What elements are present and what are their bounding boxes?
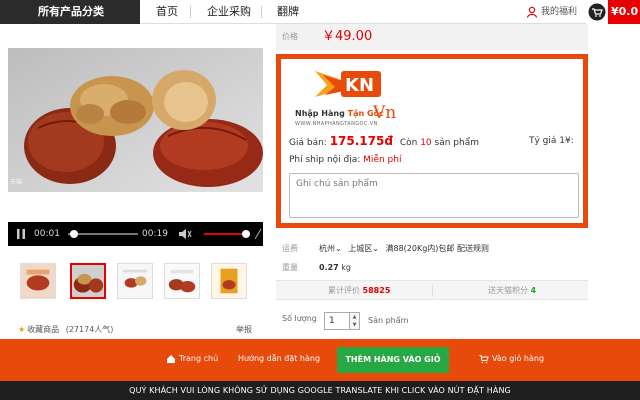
quantity-label: Số lượng [282,314,317,323]
nav-divider [190,6,191,18]
video-progress-bar[interactable] [68,233,138,235]
sale-price-value: 175.175đ [329,134,393,148]
stats-divider [432,285,433,297]
home-link[interactable]: Trang chủ [166,339,218,381]
ship-from-value: 杭州 [319,244,335,253]
star-icon: ★ [18,325,26,334]
video-total-time: 00:19 [142,229,168,239]
sale-price-row: Giá bán: 175.175đ Còn 10 sản phẩm [289,133,479,151]
quantity-stepper[interactable]: ▲ ▼ [350,312,360,330]
ship-to-value: 上城区 [348,244,373,253]
shipping-rule-text: 满88(20Kg内)包邮 配送规则 [385,244,489,253]
product-note-input[interactable]: Ghi chú sản phẩm [289,173,579,218]
ship-from-select[interactable]: 杭州⌄ [319,244,342,253]
cart-button[interactable]: ¥0.0 [586,0,640,24]
logo-url: WWW.NHAPHANGTANGOC.VN [295,121,378,127]
thumbnail-5[interactable] [211,263,247,299]
collect-label: 收藏商品 [27,325,60,334]
svg-text:KN: KN [345,75,374,96]
weight-value: 0.27 [319,263,339,272]
stock-suffix: sản phẩm [434,138,479,148]
quantity-unit: Sản phẩm [368,316,409,325]
all-categories-button[interactable]: 所有产品分类 [0,0,140,24]
thumbnail-image [212,264,246,298]
nav-item-enterprise[interactable]: 企业采购 [207,0,251,24]
logo-vn: Vn [373,103,397,123]
points-count: 4 [530,286,537,295]
ship-to-select[interactable]: 上城区⌄ [348,244,379,253]
video-controls: 00:01 00:19 [8,222,263,246]
thumbnail-image [21,264,55,298]
translate-warning-banner: QUÝ KHÁCH VUI LÒNG KHÔNG SỬ DỤNG GOOGLE … [0,381,640,400]
thumbnail-2-selected[interactable] [70,263,106,299]
logo-brand: Nhập Hàng [295,109,345,118]
top-nav: 所有产品分类 首页 企业采购 翻牌 我的福利 ¥0.0 [0,0,640,24]
report-link[interactable]: 举报 [236,324,252,335]
video-watermark: 天猫 [10,179,23,186]
volume-icon[interactable] [178,228,192,240]
logo-mark-icon: KN [315,71,381,97]
weight-row: 重量 0.27 kg [276,259,588,277]
user-icon [526,6,538,18]
price-row: 价格 ￥49.00 [276,24,588,50]
thumbnail-3[interactable] [117,263,153,299]
thumbnail-4[interactable] [164,263,200,299]
view-cart-label: Vào giỏ hàng [492,354,545,363]
price-label: 价格 [282,32,298,41]
thumbnail-1[interactable] [20,263,56,299]
nav-divider [261,6,262,18]
video-frame-image [8,48,263,192]
shipping-value: Miễn phí [363,155,402,165]
nav-item-flip[interactable]: 翻牌 [277,0,299,24]
sale-price-label: Giá bán: [289,138,327,148]
favorites-link[interactable]: 我的福利 [526,4,577,20]
quantity-input[interactable]: 1 [324,312,350,330]
reviews-count: 58825 [362,286,391,295]
add-to-cart-button[interactable]: THÊM HÀNG VÀO GIỎ [337,347,449,373]
product-video[interactable] [8,48,263,192]
thumbnail-image [165,264,199,298]
volume-handle[interactable] [242,230,250,238]
reviews-label: 累计评价 [328,286,360,295]
thumbnail-image [72,265,104,297]
pause-icon[interactable] [16,229,26,239]
view-cart-link[interactable]: Vào giỏ hàng [479,339,544,381]
order-widget: KN Nhập Hàng Tận Gốc Vn WWW.NHAPHANGTANG… [276,54,588,228]
home-label: Trang chủ [179,354,219,363]
logo: KN Nhập Hàng Tận Gốc Vn WWW.NHAPHANGTANG… [287,65,427,127]
cart-icon [479,354,489,363]
nav-item-home[interactable]: 首页 [156,0,178,24]
thumbnail-image [118,264,152,298]
price-value: ￥49.00 [322,29,373,44]
shipping-row: 运费 杭州⌄ 上城区⌄ 满88(20Kg内)包邮 配送规则 [276,240,588,258]
cart-icon [588,3,606,21]
fullscreen-icon[interactable] [254,228,262,240]
home-icon [167,354,175,363]
action-bar: Trang chủ Hướng dẫn đặt hàng THÊM HÀNG V… [0,339,640,381]
stock-count: 10 [420,138,432,148]
weight-unit: kg [341,263,352,272]
shipping-label: Phí ship nội địa: [289,155,361,165]
shipping-row-label: 运费 [282,244,298,253]
domestic-shipping: Phí ship nội địa: Miễn phí [289,155,401,165]
popularity-count: (27174人气) [65,325,114,334]
stock-prefix: Còn [399,138,418,148]
favorites-label: 我的福利 [541,7,578,17]
collect-link[interactable]: ★ 收藏商品 (27174人气) [18,324,113,335]
order-guide-link[interactable]: Hướng dẫn đặt hàng [238,339,320,381]
cart-total: ¥0.0 [608,0,640,24]
exchange-rate: Tỷ giá 1¥: [529,136,574,146]
video-current-time: 00:01 [34,229,60,239]
points-label: 送天猫积分 [488,286,528,295]
stats-row: 累计评价 58825 送天猫积分 4 [276,280,588,300]
volume-slider[interactable] [204,233,246,235]
video-progress-handle[interactable] [70,230,78,238]
weight-label: 重量 [282,263,298,272]
